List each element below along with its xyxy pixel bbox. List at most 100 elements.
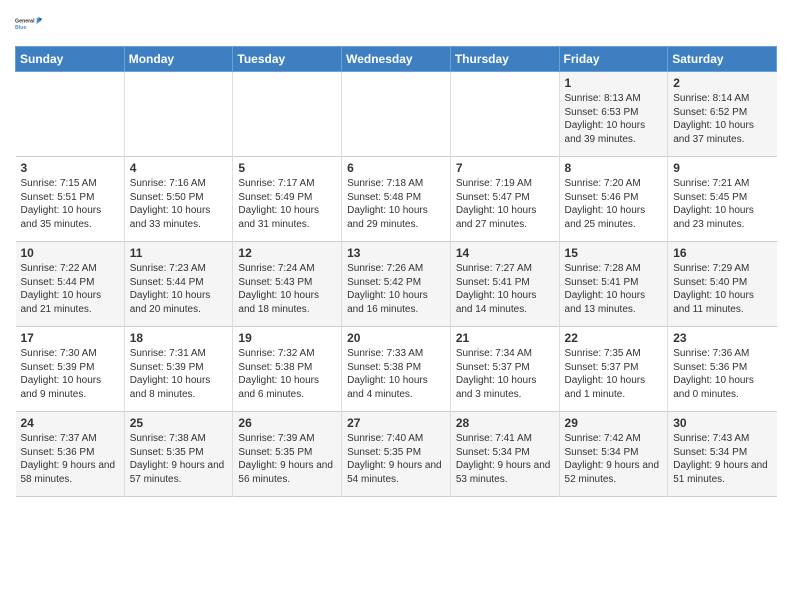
day-info: Sunrise: 7:34 AM Sunset: 5:37 PM Dayligh… [456, 347, 554, 401]
calendar-week-row: 1Sunrise: 8:13 AM Sunset: 6:53 PM Daylig… [16, 72, 777, 157]
day-number: 18 [130, 331, 228, 345]
calendar-cell [233, 72, 342, 157]
calendar-cell [450, 72, 559, 157]
calendar-cell: 12 Sunrise: 7:24 AM Sunset: 5:43 PM Dayli… [233, 242, 342, 327]
day-number: 21 [456, 331, 554, 345]
weekday-label: Tuesday [233, 47, 342, 72]
calendar-cell [16, 72, 125, 157]
day-number: 19 [238, 331, 336, 345]
calendar-cell: 20 Sunrise: 7:33 AM Sunset: 5:38 PM Dayli… [342, 327, 451, 412]
day-number: 15 [565, 246, 663, 260]
day-number: 20 [347, 331, 445, 345]
day-number: 11 [130, 246, 228, 260]
day-info: Sunrise: 7:18 AM Sunset: 5:48 PM Dayligh… [347, 177, 445, 231]
svg-text:General: General [15, 19, 35, 25]
day-info: Sunrise: 7:30 AM Sunset: 5:39 PM Dayligh… [21, 347, 119, 401]
day-info: Sunrise: 7:35 AM Sunset: 5:37 PM Dayligh… [565, 347, 663, 401]
calendar-cell: 2Sunrise: 8:14 AM Sunset: 6:52 PM Daylig… [668, 72, 777, 157]
calendar-cell: 22 Sunrise: 7:35 AM Sunset: 5:37 PM Dayli… [559, 327, 668, 412]
calendar-cell: 13 Sunrise: 7:26 AM Sunset: 5:42 PM Dayli… [342, 242, 451, 327]
calendar-cell [124, 72, 233, 157]
day-number: 28 [456, 416, 554, 430]
day-number: 8 [565, 161, 663, 175]
day-number: 22 [565, 331, 663, 345]
weekday-header-row: SundayMondayTuesdayWednesdayThursdayFrid… [16, 47, 777, 72]
day-info: Sunrise: 7:17 AM Sunset: 5:49 PM Dayligh… [238, 177, 336, 231]
day-info: Sunrise: 7:43 AM Sunset: 5:34 PM Dayligh… [673, 432, 771, 486]
calendar-week-row: 24Sunrise: 7:37 AM Sunset: 5:36 PM Dayli… [16, 412, 777, 497]
weekday-label: Sunday [16, 47, 125, 72]
day-number: 14 [456, 246, 554, 260]
day-info: Sunrise: 7:21 AM Sunset: 5:45 PM Dayligh… [673, 177, 771, 231]
calendar-cell: 27 Sunrise: 7:40 AM Sunset: 5:35 PM Dayli… [342, 412, 451, 497]
calendar-cell: 29 Sunrise: 7:42 AM Sunset: 5:34 PM Dayli… [559, 412, 668, 497]
calendar-cell [342, 72, 451, 157]
day-info: Sunrise: 7:29 AM Sunset: 5:40 PM Dayligh… [673, 262, 771, 316]
day-info: Sunrise: 7:23 AM Sunset: 5:44 PM Dayligh… [130, 262, 228, 316]
day-info: Sunrise: 7:36 AM Sunset: 5:36 PM Dayligh… [673, 347, 771, 401]
calendar-cell: 19 Sunrise: 7:32 AM Sunset: 5:38 PM Dayli… [233, 327, 342, 412]
calendar-cell: 6 Sunrise: 7:18 AM Sunset: 5:48 PM Daylig… [342, 157, 451, 242]
calendar-cell: 7Sunrise: 7:19 AM Sunset: 5:47 PM Daylig… [450, 157, 559, 242]
day-info: Sunrise: 7:15 AM Sunset: 5:51 PM Dayligh… [21, 177, 119, 231]
day-info: Sunrise: 7:32 AM Sunset: 5:38 PM Dayligh… [238, 347, 336, 401]
calendar-week-row: 10Sunrise: 7:22 AM Sunset: 5:44 PM Dayli… [16, 242, 777, 327]
calendar-cell: 30 Sunrise: 7:43 AM Sunset: 5:34 PM Dayli… [668, 412, 777, 497]
logo: GeneralBlue [15, 10, 43, 38]
calendar-cell: 3 Sunrise: 7:15 AM Sunset: 5:51 PM Daylig… [16, 157, 125, 242]
day-info: Sunrise: 7:26 AM Sunset: 5:42 PM Dayligh… [347, 262, 445, 316]
day-info: Sunrise: 7:42 AM Sunset: 5:34 PM Dayligh… [565, 432, 663, 486]
day-info: Sunrise: 7:41 AM Sunset: 5:34 PM Dayligh… [456, 432, 554, 486]
day-number: 26 [238, 416, 336, 430]
day-info: Sunrise: 7:37 AM Sunset: 5:36 PM Dayligh… [21, 432, 119, 486]
day-number: 3 [21, 161, 119, 175]
day-info: Sunrise: 7:39 AM Sunset: 5:35 PM Dayligh… [238, 432, 336, 486]
calendar-cell: 1Sunrise: 8:13 AM Sunset: 6:53 PM Daylig… [559, 72, 668, 157]
day-info: Sunrise: 8:14 AM Sunset: 6:52 PM Dayligh… [673, 92, 771, 146]
calendar-cell: 17 Sunrise: 7:30 AM Sunset: 5:39 PM Dayli… [16, 327, 125, 412]
calendar-body: 1Sunrise: 8:13 AM Sunset: 6:53 PM Daylig… [16, 72, 777, 497]
day-number: 6 [347, 161, 445, 175]
day-info: Sunrise: 7:20 AM Sunset: 5:46 PM Dayligh… [565, 177, 663, 231]
calendar-cell: 23Sunrise: 7:36 AM Sunset: 5:36 PM Dayli… [668, 327, 777, 412]
calendar-cell: 11 Sunrise: 7:23 AM Sunset: 5:44 PM Dayli… [124, 242, 233, 327]
page-header: GeneralBlue [15, 10, 777, 38]
calendar-cell: 26 Sunrise: 7:39 AM Sunset: 5:35 PM Dayli… [233, 412, 342, 497]
day-number: 27 [347, 416, 445, 430]
day-number: 12 [238, 246, 336, 260]
weekday-label: Thursday [450, 47, 559, 72]
day-info: Sunrise: 7:38 AM Sunset: 5:35 PM Dayligh… [130, 432, 228, 486]
calendar-week-row: 3 Sunrise: 7:15 AM Sunset: 5:51 PM Daylig… [16, 157, 777, 242]
day-info: Sunrise: 7:28 AM Sunset: 5:41 PM Dayligh… [565, 262, 663, 316]
calendar-cell: 21 Sunrise: 7:34 AM Sunset: 5:37 PM Dayli… [450, 327, 559, 412]
calendar-cell: 18Sunrise: 7:31 AM Sunset: 5:39 PM Dayli… [124, 327, 233, 412]
svg-text:Blue: Blue [15, 25, 26, 31]
day-number: 16 [673, 246, 771, 260]
day-info: Sunrise: 7:24 AM Sunset: 5:43 PM Dayligh… [238, 262, 336, 316]
calendar-cell: 5 Sunrise: 7:17 AM Sunset: 5:49 PM Daylig… [233, 157, 342, 242]
day-info: Sunrise: 7:27 AM Sunset: 5:41 PM Dayligh… [456, 262, 554, 316]
day-info: Sunrise: 7:40 AM Sunset: 5:35 PM Dayligh… [347, 432, 445, 486]
weekday-label: Friday [559, 47, 668, 72]
day-number: 1 [565, 76, 663, 90]
calendar-cell: 16 Sunrise: 7:29 AM Sunset: 5:40 PM Dayli… [668, 242, 777, 327]
calendar-cell: 10Sunrise: 7:22 AM Sunset: 5:44 PM Dayli… [16, 242, 125, 327]
day-number: 5 [238, 161, 336, 175]
day-number: 30 [673, 416, 771, 430]
day-info: Sunrise: 7:33 AM Sunset: 5:38 PM Dayligh… [347, 347, 445, 401]
weekday-label: Monday [124, 47, 233, 72]
calendar-cell: 9Sunrise: 7:21 AM Sunset: 5:45 PM Daylig… [668, 157, 777, 242]
logo-icon: GeneralBlue [15, 10, 43, 38]
calendar-week-row: 17 Sunrise: 7:30 AM Sunset: 5:39 PM Dayli… [16, 327, 777, 412]
calendar-table: SundayMondayTuesdayWednesdayThursdayFrid… [15, 46, 777, 497]
day-number: 13 [347, 246, 445, 260]
calendar-cell: 24Sunrise: 7:37 AM Sunset: 5:36 PM Dayli… [16, 412, 125, 497]
day-number: 17 [21, 331, 119, 345]
day-number: 7 [456, 161, 554, 175]
day-number: 10 [21, 246, 119, 260]
day-number: 25 [130, 416, 228, 430]
day-number: 4 [130, 161, 228, 175]
weekday-label: Saturday [668, 47, 777, 72]
day-number: 29 [565, 416, 663, 430]
weekday-label: Wednesday [342, 47, 451, 72]
